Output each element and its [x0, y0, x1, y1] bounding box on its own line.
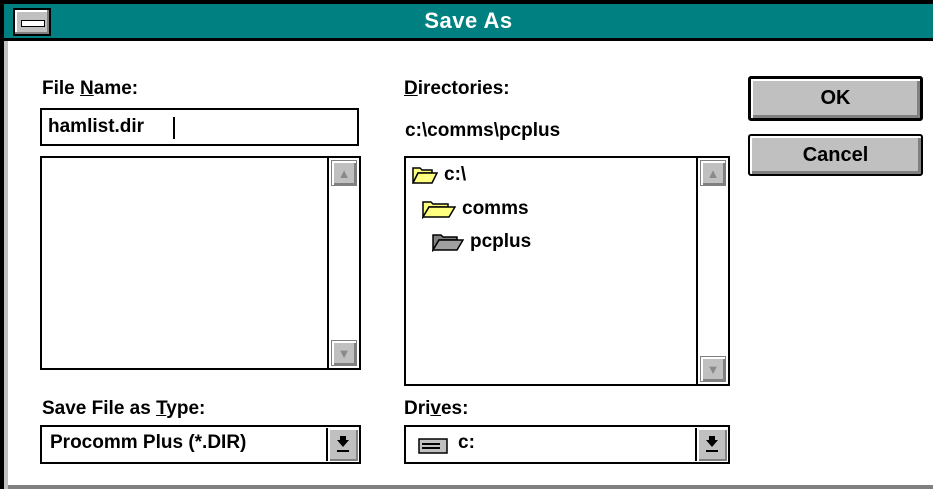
- save-as-dialog: Save As File Name: hamlist.dir ▲ ▼ Save …: [0, 0, 933, 489]
- file-name-value: hamlist.dir: [48, 116, 145, 137]
- file-list-scrollbar[interactable]: ▲ ▼: [327, 158, 359, 368]
- drive-icon: [418, 438, 448, 454]
- save-type-dropdown[interactable]: Procomm Plus (*.DIR): [40, 425, 361, 464]
- file-name-label: File Name:: [42, 78, 139, 99]
- text-caret: [173, 117, 175, 139]
- directory-list-scrollbar[interactable]: ▲ ▼: [696, 158, 728, 384]
- dropdown-arrow-icon: [706, 435, 718, 452]
- scroll-down-arrow-icon[interactable]: ▼: [331, 340, 357, 366]
- directory-item-label: comms: [462, 198, 529, 219]
- dropdown-arrow-icon: [337, 435, 349, 452]
- file-name-input[interactable]: hamlist.dir: [40, 108, 359, 146]
- drives-value: c:: [458, 432, 475, 453]
- ok-button[interactable]: OK: [748, 76, 923, 121]
- title-bar[interactable]: Save As: [4, 4, 933, 41]
- dialog-bottom-border: [8, 485, 933, 489]
- directory-item-comms[interactable]: comms: [422, 198, 529, 220]
- directory-item-label: c:\: [444, 164, 467, 185]
- save-type-value: Procomm Plus (*.DIR): [50, 432, 247, 453]
- save-type-label: Save File as Type:: [42, 398, 206, 419]
- open-folder-selected-icon: [432, 234, 464, 252]
- scroll-up-arrow-icon[interactable]: ▲: [331, 160, 357, 186]
- directory-item-label: pcplus: [470, 231, 532, 252]
- directory-item-pcplus[interactable]: pcplus: [432, 231, 531, 253]
- drives-label: Drives:: [404, 398, 469, 419]
- open-folder-icon: [412, 167, 438, 184]
- dialog-client-area: File Name: hamlist.dir ▲ ▼ Save File as …: [8, 41, 933, 489]
- scroll-down-arrow-icon[interactable]: ▼: [700, 356, 726, 382]
- current-directory-path: c:\comms\pcplus: [405, 120, 561, 141]
- dialog-title: Save As: [424, 8, 513, 33]
- scroll-up-arrow-icon[interactable]: ▲: [700, 160, 726, 186]
- directory-list[interactable]: c:\ comms pcplus ▲ ▼: [404, 156, 730, 386]
- directories-label: Directories:: [404, 78, 510, 99]
- file-list[interactable]: ▲ ▼: [40, 156, 361, 370]
- directory-item-root[interactable]: c:\: [412, 164, 466, 186]
- drives-dropdown-button[interactable]: [695, 428, 727, 461]
- open-folder-icon: [422, 201, 456, 219]
- save-type-dropdown-button[interactable]: [326, 428, 358, 461]
- drives-dropdown[interactable]: c:: [404, 425, 730, 464]
- cancel-button[interactable]: Cancel: [748, 134, 923, 176]
